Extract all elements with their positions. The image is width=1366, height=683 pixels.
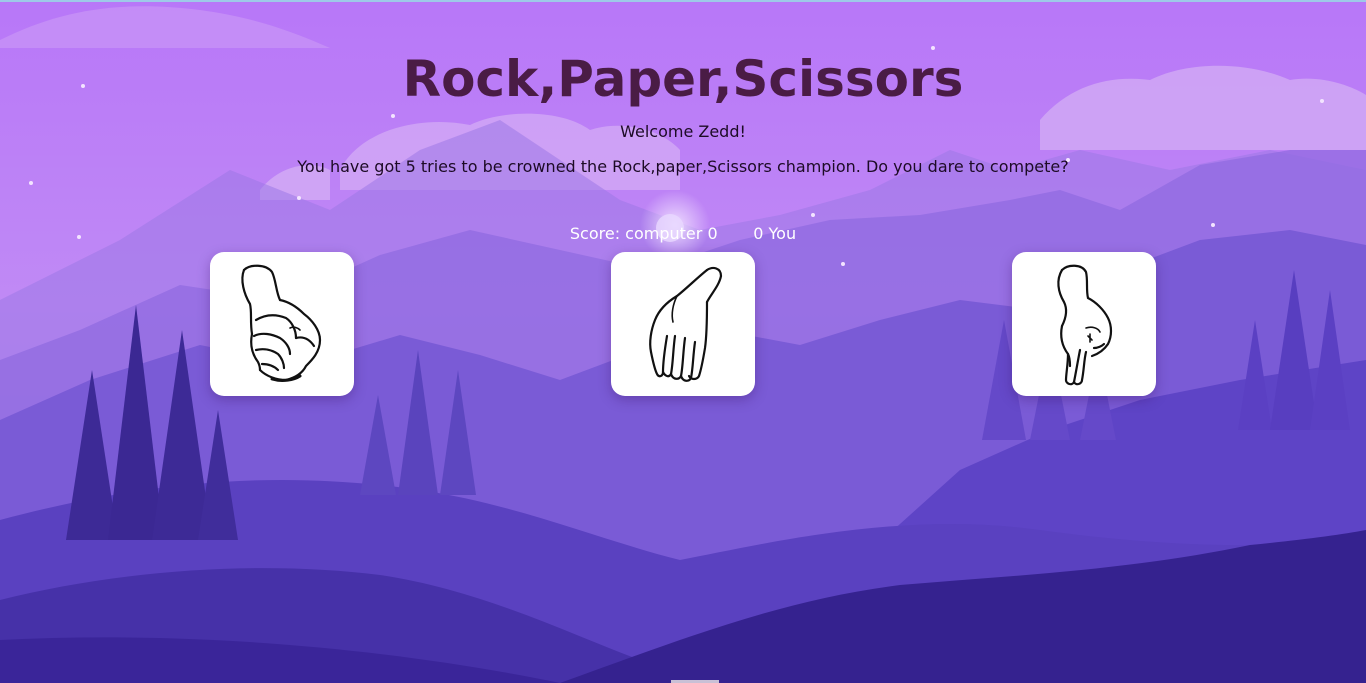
computer-score: 0 xyxy=(707,224,718,243)
game-screen: Rock,Paper,Scissors Welcome Zedd! You ha… xyxy=(0,0,1366,683)
open-hand-icon xyxy=(649,266,723,382)
paper-choice-button[interactable] xyxy=(611,252,755,396)
welcome-message: Welcome Zedd! xyxy=(620,122,746,141)
score-prefix: Score: computer xyxy=(569,224,703,243)
player-score: 0 xyxy=(753,224,764,243)
game-intro-text: You have got 5 tries to be crowned the R… xyxy=(297,157,1069,176)
fist-hand-icon xyxy=(241,264,322,382)
pointing-fingers-hand-icon xyxy=(1057,264,1113,386)
scoreboard: Score: computer 0 0 You xyxy=(0,224,1366,244)
scissors-choice-button[interactable] xyxy=(1012,252,1156,396)
rock-choice-button[interactable] xyxy=(210,252,354,396)
page-title: Rock,Paper,Scissors xyxy=(402,50,964,108)
window-top-edge xyxy=(0,0,1366,2)
player-score-label: You xyxy=(768,224,797,243)
